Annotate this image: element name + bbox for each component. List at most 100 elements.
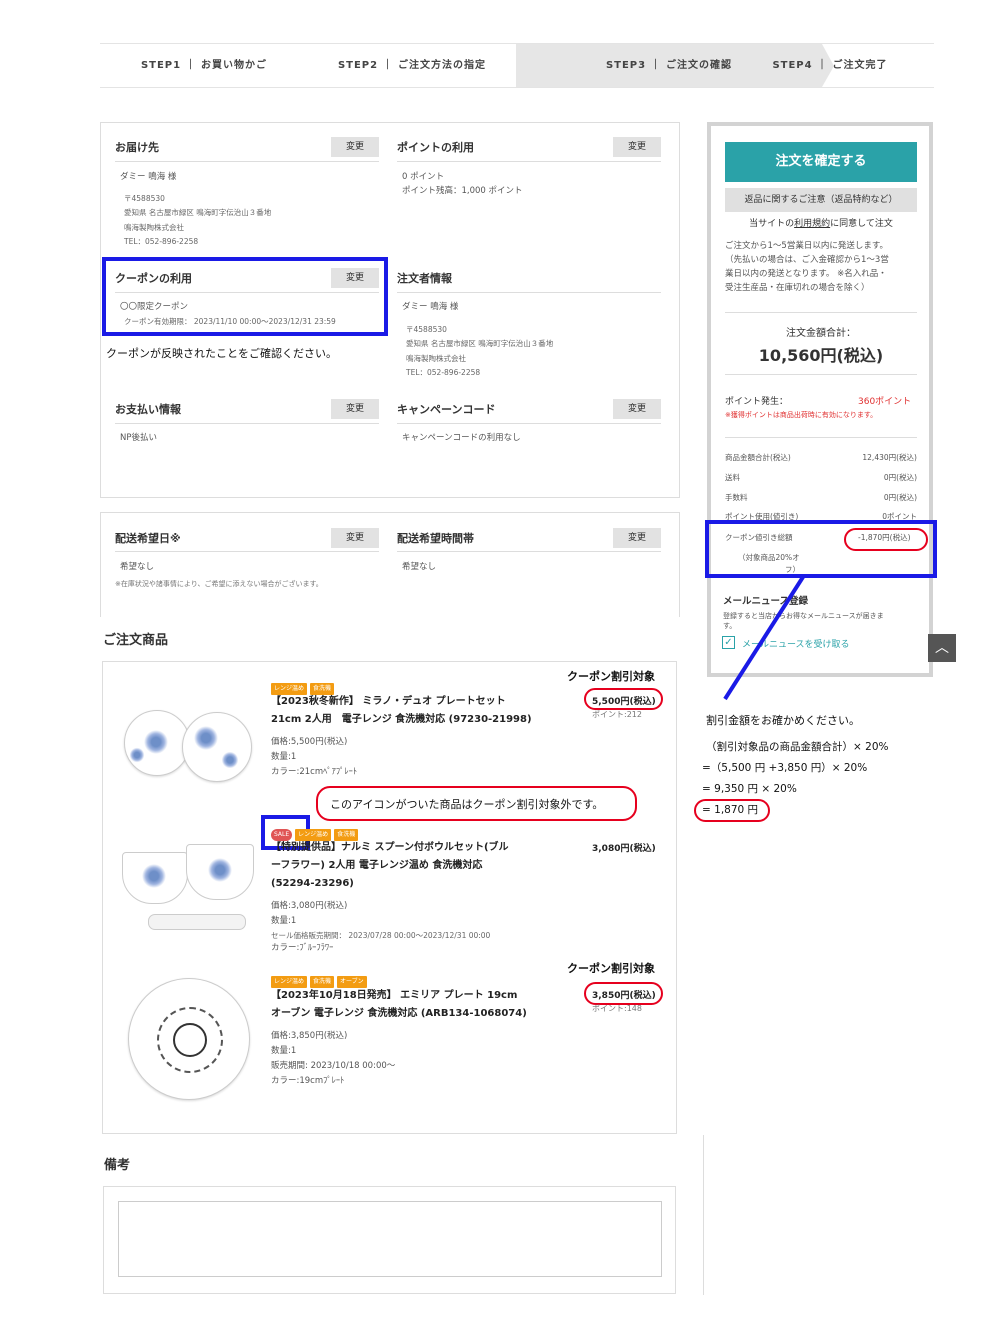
divider xyxy=(115,551,379,552)
product-color: カラー:ﾌﾞﾙｰﾌﾗﾜｰ xyxy=(271,943,334,953)
coupon-validity: クーポン有効期限： 2023/11/10 00:00〜2023/12/31 23… xyxy=(124,317,336,326)
orderer-postal: 〒4588530 xyxy=(406,325,447,334)
product-sale-period: 販売期間: 2023/10/18 00:00〜 xyxy=(271,1061,396,1071)
coupon-change-button[interactable]: 変更 xyxy=(331,268,379,288)
coupon-name: 〇〇限定クーポン xyxy=(120,302,189,312)
product-price: 価格:5,500円(税込) xyxy=(271,737,348,747)
campaign-title: キャンペーンコード xyxy=(397,403,496,416)
summary-row-subtotal: 商品金額合計(税込) 12,430円(税込) xyxy=(725,452,917,463)
confirm-order-button[interactable]: 注文を確定する xyxy=(725,142,917,182)
points-balance: ポイント残高：1,000 ポイント xyxy=(402,186,523,196)
row-label: 送料 xyxy=(725,473,740,482)
product-image-bowls[interactable] xyxy=(118,830,258,950)
terms-link[interactable]: 利用規約 xyxy=(794,219,830,229)
product-name-line2[interactable]: ーフラワー) 2人用 電子レンジ温め 食洗機対応 xyxy=(271,857,482,874)
total-tax-label: (税込) xyxy=(836,346,884,365)
points-change-button[interactable]: 変更 xyxy=(613,137,661,157)
product-color: カラー:19cmﾌﾟﾚｰﾄ xyxy=(271,1076,345,1086)
campaign-value: キャンペーンコードの利用なし xyxy=(402,433,521,443)
divider xyxy=(397,423,661,424)
row-value: 0円(税込) xyxy=(883,493,917,502)
divider xyxy=(115,423,379,424)
product-name-line1[interactable]: 【2023年10月18日発売】 エミリア プレート 19cm xyxy=(271,987,517,1004)
delivery-time-title: 配送希望時間帯 xyxy=(397,532,474,545)
coupon-discount-sub2: フ） xyxy=(785,565,800,574)
summary-row-shipping: 送料 0円(税込) xyxy=(725,472,917,483)
delivery-time-change-button[interactable]: 変更 xyxy=(613,528,661,548)
payment-title: お支払い情報 xyxy=(115,403,181,416)
step-1: STEP1 ｜ お買い物かご xyxy=(140,60,268,71)
divider xyxy=(725,437,917,438)
product-price-right: 3,080円(税込) xyxy=(592,844,656,854)
product-image-milano[interactable] xyxy=(118,700,258,788)
total-value: 10,560円(税込) xyxy=(725,342,917,366)
annotation-arrow-line xyxy=(723,575,805,701)
calc-line3: = 9,350 円 × 20% xyxy=(702,783,797,795)
coupon-value-oval xyxy=(844,528,928,551)
calc-line1: （割引対象品の商品金額合計）× 20% xyxy=(706,741,889,753)
product-name-line1[interactable]: 【2023秋冬新作】 ミラノ・デュオ プレートセット xyxy=(271,693,506,710)
product-price: 価格:3,080円(税込) xyxy=(271,901,348,911)
delivery-date-change-button[interactable]: 変更 xyxy=(331,528,379,548)
calc-title: 割引金額をお確かめください。 xyxy=(706,714,860,727)
divider xyxy=(115,161,379,162)
calc-line2: =（5,500 円 +3,850 円）× 20% xyxy=(702,762,868,774)
price-highlight-oval xyxy=(584,688,663,710)
coupon-target-label: クーポン割引対象 xyxy=(567,962,655,975)
row-value: 0円(税込) xyxy=(883,473,917,482)
row-value: 12,430円(税込) xyxy=(862,453,917,462)
divider xyxy=(397,292,661,293)
product-name-line3[interactable]: (52294-23296) xyxy=(271,875,354,892)
delivery-schedule-panel xyxy=(100,512,680,617)
tag-microwave: レンジ温め xyxy=(271,975,308,988)
divider xyxy=(397,161,661,162)
delivery-date-note: ※在庫状況や諸事情により、ご希望に添えない場合がございます。 xyxy=(115,580,323,588)
delivery-change-button[interactable]: 変更 xyxy=(331,137,379,157)
coupon-discount-sub1: （対象商品20%オ xyxy=(738,553,800,562)
coupon-target-label: クーポン割引対象 xyxy=(567,670,655,683)
divider xyxy=(115,292,379,293)
product-points: ポイント:148 xyxy=(592,1004,642,1013)
sale-note-text: このアイコンがついた商品はクーポン割引対象外です。 xyxy=(330,798,604,811)
orderer-address: 愛知県 名古屋市緑区 鳴海町字伝治山３番地 xyxy=(406,339,554,348)
order-items-title: ご注文商品 xyxy=(103,633,169,648)
shipping-note-1: ご注文から1〜5営業日以内に発送します。 xyxy=(725,241,888,251)
payment-change-button[interactable]: 変更 xyxy=(331,399,379,419)
total-label: 注文金額合計： xyxy=(786,328,856,339)
tag-dishwasher: 食洗機 xyxy=(310,975,335,988)
orderer-company: 鳴海製陶株式会社 xyxy=(406,354,466,363)
step-2: STEP2 ｜ ご注文方法の指定 xyxy=(337,60,487,71)
calc-result-oval xyxy=(694,799,770,822)
product-name-line2[interactable]: 21cm 2人用 電子レンジ 食洗機対応 (97230-21998) xyxy=(271,711,532,728)
delivery-postal: 〒4588530 xyxy=(124,194,165,203)
remarks-textarea[interactable] xyxy=(118,1201,662,1277)
delivery-date-title: 配送希望日※ xyxy=(115,532,181,545)
campaign-change-button[interactable]: 変更 xyxy=(613,399,661,419)
terms-agreement: 当サイトの利用規約に同意して注文 xyxy=(725,216,917,229)
terms-post: に同意して注文 xyxy=(830,219,893,229)
tag-oven: オーブン xyxy=(337,975,367,988)
summary-row-fee: 手数料 0円(税込) xyxy=(725,492,917,503)
product-qty: 数量:1 xyxy=(271,1046,297,1056)
divider xyxy=(703,1135,704,1295)
row-label: 商品金額合計(税込) xyxy=(725,453,791,462)
back-to-top-button[interactable]: ︿ xyxy=(928,634,956,662)
delivery-date-value: 希望なし xyxy=(120,562,155,572)
total-amount: 10,560円 xyxy=(758,346,837,365)
returns-notice-button[interactable]: 返品に関するご注意（返品特約など） xyxy=(725,188,917,212)
product-name-line1[interactable]: 【特別提供品】ナルミ スプーン付ボウルセット(ブル xyxy=(271,839,509,856)
orderer-tel: TEL：052-896-2258 xyxy=(406,368,481,377)
points-title: ポイントの利用 xyxy=(397,141,474,154)
delivery-address: 愛知県 名古屋市緑区 鳴海町字伝治山３番地 xyxy=(124,208,272,217)
product-name-line2[interactable]: オーブン 電子レンジ 食洗機対応 (ARB134-1068074) xyxy=(271,1005,527,1022)
row-label: 手数料 xyxy=(725,493,748,502)
orderer-name: ダミー 鳴海 様 xyxy=(402,302,459,312)
payment-value: NP後払い xyxy=(120,433,157,443)
product-image-emilia[interactable] xyxy=(128,978,250,1100)
coupon-note: クーポンが反映されたことをご確認ください。 xyxy=(106,347,337,360)
delivery-time-value: 希望なし xyxy=(402,562,437,572)
delivery-tel: TEL：052-896-2258 xyxy=(124,237,199,246)
product-color: カラー:21cmﾍﾟｱﾌﾟﾚｰﾄ xyxy=(271,767,358,777)
divider xyxy=(725,312,917,313)
coupon-discount-label: クーポン値引き総額 xyxy=(725,533,793,542)
